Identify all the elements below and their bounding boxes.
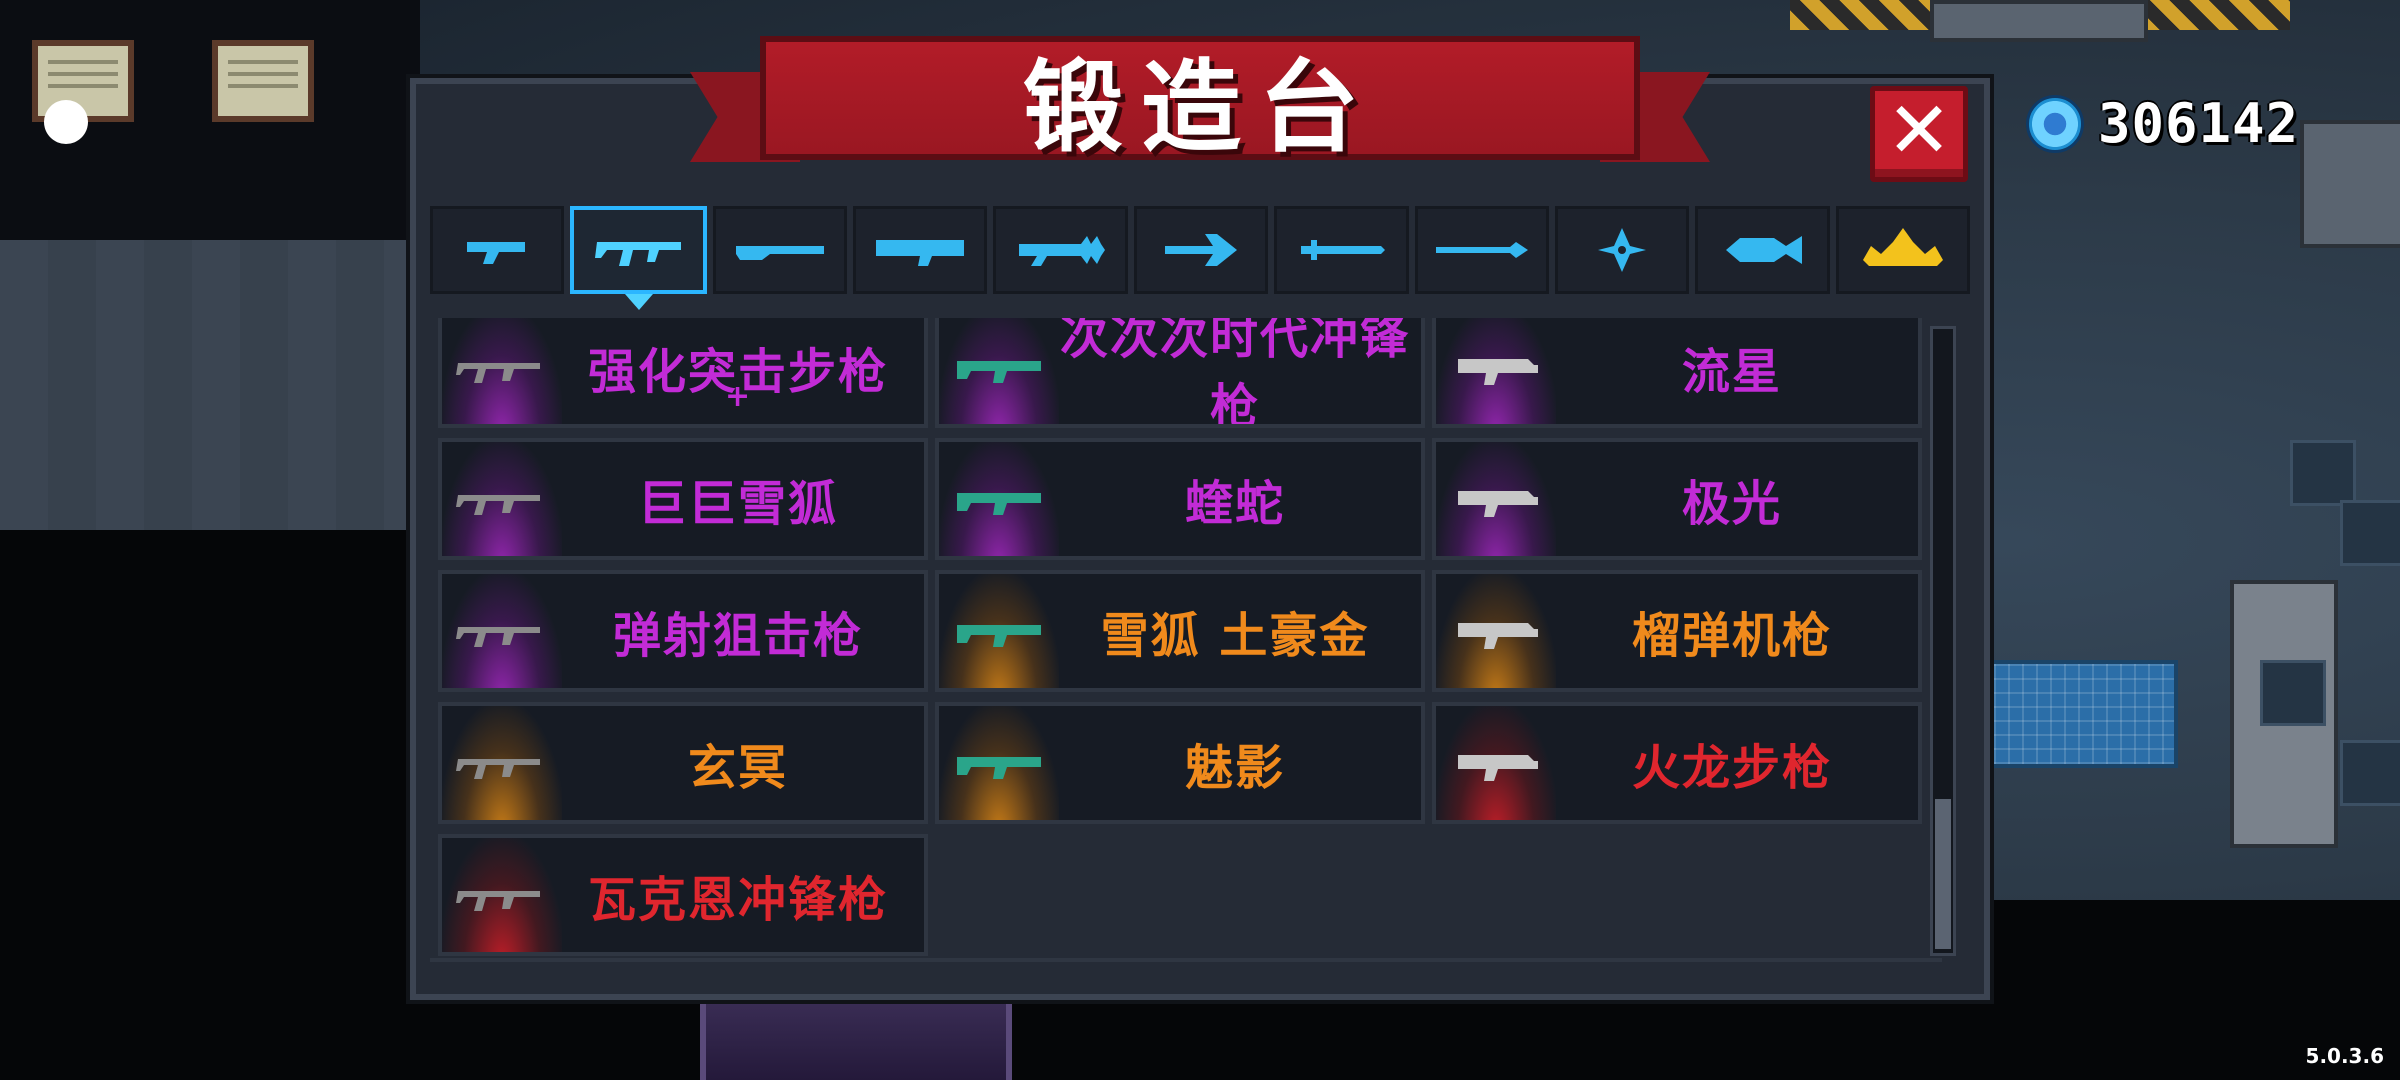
weapon-name: 瓦克恩冲锋枪: [587, 872, 888, 928]
tab-shotgun[interactable]: [712, 206, 848, 294]
tab-rifle[interactable]: [570, 206, 707, 310]
tab-crown[interactable]: [1835, 206, 1970, 294]
tab-spear[interactable]: [1414, 206, 1549, 294]
wall: [0, 240, 440, 530]
weapon-cell[interactable]: 极光: [1432, 438, 1922, 560]
portal-door: [700, 1000, 1012, 1080]
tab-pistol[interactable]: [430, 206, 565, 294]
weapon-icon: [1436, 706, 1556, 820]
laser-icon: [1018, 236, 1105, 266]
weapon-name: 火龙步枪: [1631, 740, 1832, 796]
weapon-cell[interactable]: 强化突击步枪 +: [438, 318, 928, 428]
notice-board: [212, 40, 314, 122]
version-label: 5.0.3.6: [2305, 1044, 2384, 1068]
close-icon: ✕: [1886, 86, 1952, 176]
scrollbar-thumb[interactable]: [1935, 799, 1951, 949]
weapon-name: 玄冥: [687, 740, 788, 796]
banner-ribbon: 锻造台: [760, 36, 1640, 166]
joystick-dot[interactable]: [44, 100, 88, 144]
weapon-icon: [939, 574, 1059, 688]
weapon-icon: [939, 706, 1059, 820]
crown-icon: [1862, 228, 1943, 266]
weapon-icon: [442, 706, 562, 820]
fish-icon: [1726, 236, 1803, 264]
pistol-icon: [467, 242, 526, 264]
weapon-icon: [939, 318, 1059, 424]
weapon-icon: [1436, 442, 1556, 556]
weapon-icon: [939, 442, 1059, 556]
weapon-cell[interactable]: 次次次时代冲锋枪: [935, 318, 1425, 428]
launcher-icon: [876, 240, 965, 266]
list-bottom-border: [430, 958, 1942, 962]
tab-other[interactable]: [1695, 206, 1830, 294]
rifle-icon: [594, 242, 681, 266]
weapon-category-tabs: [430, 206, 1970, 310]
crate: [2340, 500, 2400, 566]
weapon-name: 榴弹机枪: [1631, 608, 1832, 664]
currency-display: 306142: [2026, 92, 2299, 155]
weapon-name: 蝰蛇: [1184, 476, 1285, 532]
weapon-cell[interactable]: 弹射狙击枪: [438, 570, 928, 692]
weapon-name: 雪狐 土豪金: [1100, 608, 1370, 664]
tab-melee[interactable]: [1274, 206, 1409, 294]
weapon-list[interactable]: 强化突击步枪 + 次次次时代冲锋枪 流星巨巨雪狐 蝰蛇 极光弹射狙击枪 雪狐 土豪金 榴弹机枪…: [430, 318, 1942, 958]
crate: [2260, 660, 2326, 726]
tab-throwing[interactable]: [1554, 206, 1690, 294]
weapon-name: 弹射狙击枪: [612, 608, 863, 664]
weapon-cell[interactable]: 火龙步枪: [1432, 702, 1922, 824]
weapon-cell[interactable]: 玄冥: [438, 702, 928, 824]
weapon-name: 极光: [1681, 476, 1782, 532]
weapon-name: 魅影: [1184, 740, 1285, 796]
hazard-stripe: [1790, 0, 1930, 30]
weapon-cell[interactable]: 瓦克恩冲锋枪: [438, 834, 928, 956]
tab-laser[interactable]: [993, 206, 1128, 294]
weapon-cell[interactable]: 雪狐 土豪金: [935, 570, 1425, 692]
weapon-icon: [442, 574, 562, 688]
hazard-stripe: [2140, 0, 2290, 30]
weapon-cell[interactable]: 蝰蛇: [935, 438, 1425, 560]
sword-icon: [1301, 240, 1386, 260]
weapon-grid: 强化突击步枪 + 次次次时代冲锋枪 流星巨巨雪狐 蝰蛇 极光弹射狙击枪 雪狐 土豪金 榴弹机枪…: [438, 318, 1928, 956]
scrollbar[interactable]: [1930, 326, 1956, 956]
panel-title: 锻造台: [1023, 48, 1377, 166]
blueprint-table: [1990, 660, 2178, 768]
weapon-cell[interactable]: 魅影: [935, 702, 1425, 824]
weapon-name: 流星: [1681, 344, 1782, 400]
upgrade-plus-icon: +: [725, 379, 751, 414]
tab-bow[interactable]: [1133, 206, 1269, 294]
tab-launcher[interactable]: [853, 206, 988, 294]
spear-icon: [1435, 242, 1528, 258]
weapon-icon: [1436, 574, 1556, 688]
crate: [2290, 440, 2356, 506]
machine: [2300, 120, 2400, 248]
title-banner: 锻造台: [690, 30, 1710, 180]
weapon-icon: [442, 838, 562, 952]
weapon-icon: [442, 442, 562, 556]
crate: [2340, 740, 2400, 806]
weapon-name: 巨巨雪狐: [637, 476, 838, 532]
currency-value: 306142: [2098, 92, 2300, 155]
bow-icon: [1164, 234, 1237, 266]
machine: [1930, 0, 2148, 42]
weapon-name: 次次次时代冲锋枪: [1059, 318, 1410, 428]
close-button[interactable]: ✕: [1870, 86, 1968, 182]
shotgun-icon: [735, 246, 824, 260]
weapon-cell[interactable]: 巨巨雪狐: [438, 438, 928, 560]
weapon-icon: [1436, 318, 1556, 424]
weapon-cell[interactable]: 流星: [1432, 318, 1922, 428]
gem-icon: [2026, 94, 2084, 153]
shuriken-icon: [1598, 228, 1647, 272]
weapon-icon: [442, 318, 562, 424]
weapon-cell[interactable]: 榴弹机枪: [1432, 570, 1922, 692]
